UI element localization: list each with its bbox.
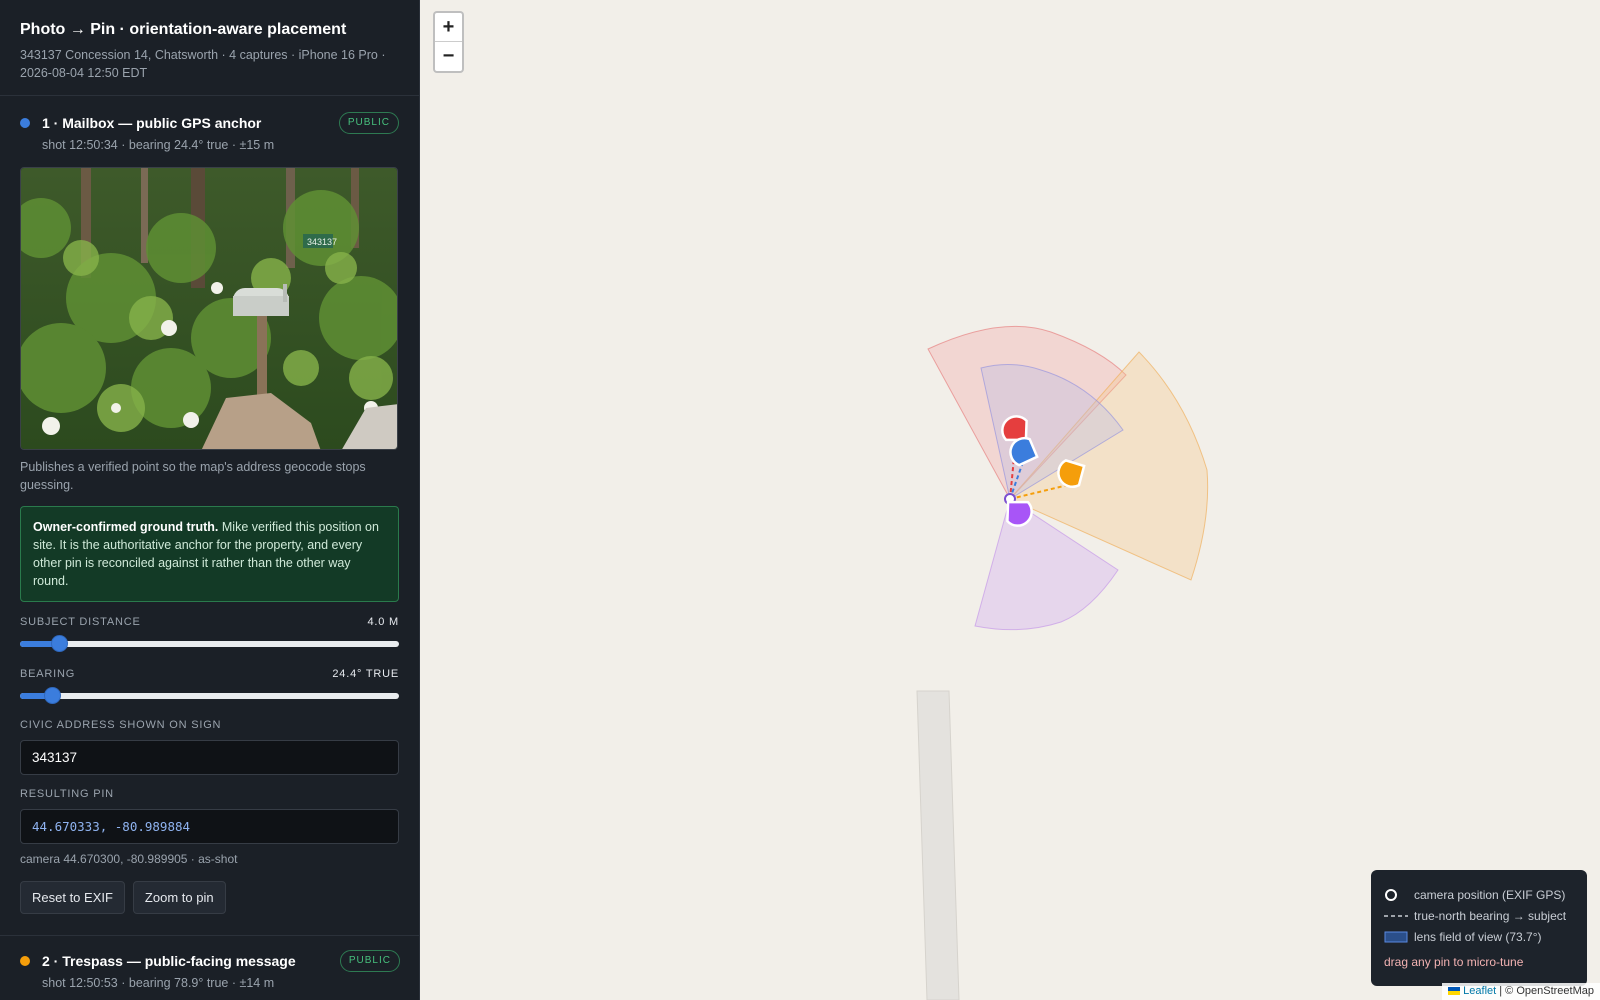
capture-title-row[interactable]: 2 · Trespass — public-facing message PUB…	[20, 950, 400, 972]
ukraine-flag-icon	[1448, 985, 1461, 997]
zoom-in-button[interactable]: +	[435, 13, 462, 42]
public-badge: PUBLIC	[339, 950, 400, 972]
capture-color-dot	[20, 118, 30, 128]
capture-title: 2 · Trespass — public-facing message	[42, 953, 296, 969]
capture-actions: Reset to EXIF Zoom to pin	[20, 881, 399, 914]
zoom-to-pin-button[interactable]: Zoom to pin	[132, 881, 226, 914]
legend-tip: drag any pin to micro-tune	[1384, 955, 1524, 969]
map-canvas	[916, 325, 1209, 1000]
capture-title-row[interactable]: 1 · Mailbox — public GPS anchor PUBLIC	[20, 112, 399, 134]
photo-sign-number: 343137	[307, 237, 337, 247]
fov-swatch-icon	[1384, 931, 1408, 943]
map-legend: camera position (EXIF GPS) true-north be…	[1371, 870, 1587, 986]
bearing-label-row: BEARING 24.4° TRUE	[20, 668, 399, 682]
camera-position-icon	[1384, 888, 1408, 902]
address-input[interactable]: 343137	[20, 740, 399, 775]
road-path	[916, 690, 960, 1000]
public-badge: PUBLIC	[338, 112, 399, 134]
camera-coordinates: camera 44.670300, -80.989905 · as-shot	[20, 852, 238, 866]
attribution-text: | © OpenStreetMap	[1496, 985, 1594, 997]
legend-bearing-row: true-north bearing → subject	[1384, 905, 1574, 926]
distance-label: SUBJECT DISTANCE	[20, 616, 141, 628]
slider-knob[interactable]	[51, 635, 68, 652]
map-attribution: Leaflet | © OpenStreetMap	[1442, 983, 1600, 1000]
dashed-line-icon	[1384, 913, 1408, 919]
capture-card-2: 2 · Trespass — public-facing message PUB…	[0, 935, 419, 993]
sidebar: Photo → Pin · orientation-aware placemen…	[0, 0, 420, 1000]
reset-to-exif-button[interactable]: Reset to EXIF	[20, 881, 125, 914]
capture-card-1: 1 · Mailbox — public GPS anchor PUBLIC s…	[0, 96, 419, 914]
legend-camera-row: camera position (EXIF GPS)	[1384, 884, 1574, 905]
legend-camera-label: camera position (EXIF GPS)	[1414, 887, 1566, 902]
capture-meta: shot 12:50:53 · bearing 78.9° true · ±14…	[42, 976, 275, 990]
capture-title: 1 · Mailbox — public GPS anchor	[42, 115, 262, 131]
pin-label: RESULTING PIN	[20, 788, 114, 800]
address-label: CIVIC ADDRESS SHOWN ON SIGN	[20, 719, 222, 731]
distance-slider[interactable]	[20, 632, 399, 654]
leaflet-link[interactable]: Leaflet	[1463, 985, 1496, 997]
bearing-value: 24.4° TRUE	[332, 668, 399, 680]
page-subtitle: 343137 Concession 14, Chatsworth · 4 cap…	[20, 48, 386, 80]
capture-meta: shot 12:50:34 · bearing 24.4° true · ±15…	[42, 138, 275, 152]
note-heading: Owner-confirmed ground truth.	[33, 520, 219, 534]
capture-color-dot	[20, 956, 30, 966]
slider-track	[20, 693, 399, 699]
legend-fov-label: lens field of view (73.7°)	[1414, 929, 1542, 944]
page-title: Photo → Pin · orientation-aware placemen…	[20, 21, 347, 38]
slider-track	[20, 641, 399, 647]
distance-label-row: SUBJECT DISTANCE 4.0 M	[20, 616, 399, 630]
legend-bearing-label: true-north bearing → subject	[1414, 908, 1567, 923]
bearing-slider[interactable]	[20, 684, 399, 706]
map-view[interactable]: + − camera position (EXIF GPS) true-nort…	[421, 0, 1600, 1000]
distance-value: 4.0 M	[367, 616, 399, 628]
slider-knob[interactable]	[44, 687, 61, 704]
sidebar-header: Photo → Pin · orientation-aware placemen…	[0, 0, 419, 96]
ground-truth-note: Owner-confirmed ground truth. Mike verif…	[20, 506, 399, 602]
zoom-out-button[interactable]: −	[435, 42, 462, 71]
capture-description: Publishes a verified point so the map's …	[20, 460, 366, 492]
capture-photo: 343137	[20, 167, 398, 450]
zoom-control: + −	[433, 11, 464, 73]
bearing-label: BEARING	[20, 668, 76, 680]
pin-coordinates-field[interactable]: 44.670333, -80.989884	[20, 809, 399, 844]
legend-fov-row: lens field of view (73.7°)	[1384, 926, 1574, 947]
